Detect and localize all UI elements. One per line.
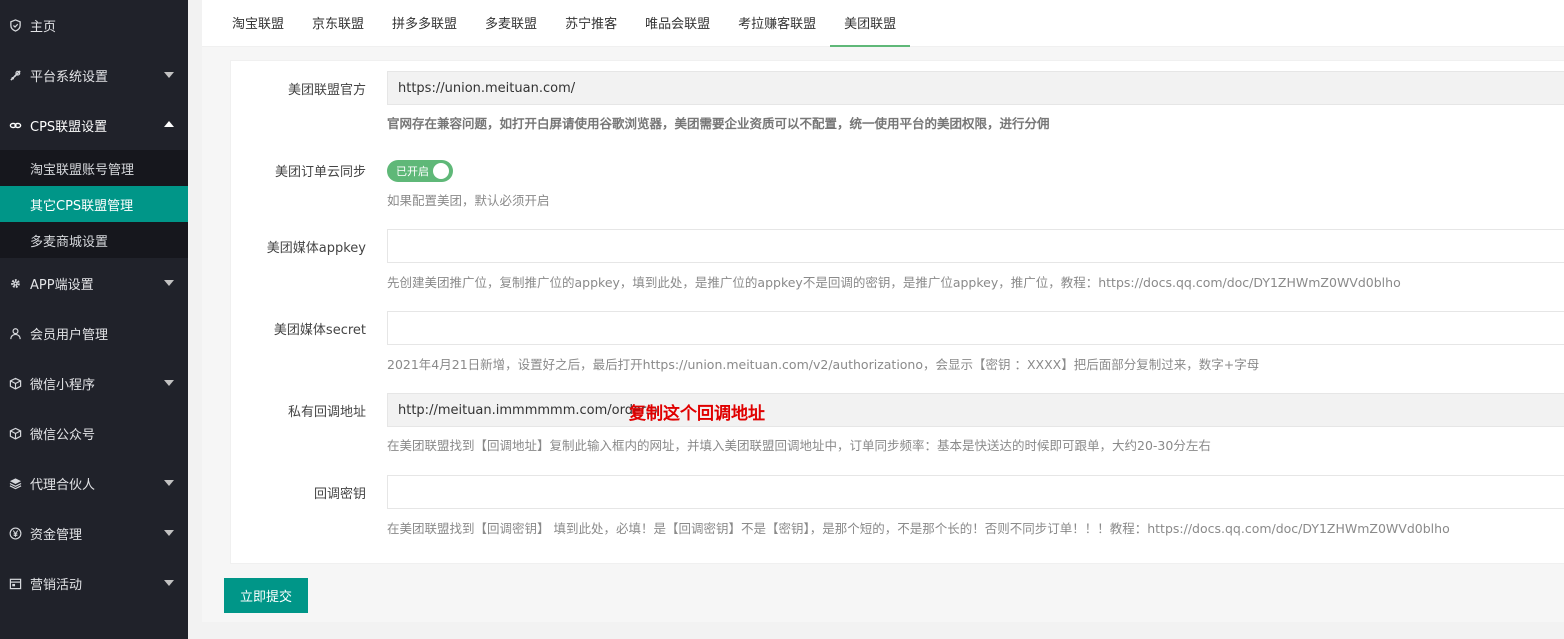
label-official: 美团联盟官方 (287, 83, 366, 98)
secret-field[interactable] (387, 311, 1564, 345)
hint-secret: 2021年4月21日新增，设置好之后，最后打开https://union.mei… (387, 357, 1260, 372)
calendar-icon (8, 576, 22, 590)
chevron-down-icon (164, 380, 174, 386)
nav-item-agent-partner[interactable]: 代理合伙人 (0, 458, 188, 508)
nav-item-marketing[interactable]: 营销活动 (0, 558, 188, 608)
label-appkey: 美团媒体appkey (266, 241, 366, 256)
nav-label: 微信小程序 (30, 377, 96, 393)
chevron-down-icon (164, 580, 174, 586)
hint-sync: 如果配置美团，默认必须开启 (387, 193, 550, 208)
cube-icon (8, 376, 22, 390)
layers-icon (8, 476, 22, 490)
nav-item-funds[interactable]: 资金管理 (0, 508, 188, 558)
tools-icon (8, 68, 22, 82)
tab-suning[interactable]: 苏宁推客 (551, 0, 631, 46)
union-tabs: 淘宝联盟 京东联盟 拼多多联盟 多麦联盟 苏宁推客 唯品会联盟 考拉赚客联盟 美… (202, 0, 1564, 47)
chevron-down-icon (164, 72, 174, 78)
hint-callback-key: 在美团联盟找到【回调密钥】 填到此处，必填！是【回调密钥】不是【密钥】，是那个短… (387, 521, 1450, 536)
appkey-field[interactable] (387, 229, 1564, 263)
tab-duomai[interactable]: 多麦联盟 (471, 0, 551, 46)
nav-label: APP端设置 (30, 277, 94, 293)
hint-callback: 在美团联盟找到【回调地址】复制此输入框内的网址，并填入美团联盟回调地址中，订单同… (387, 438, 1211, 453)
gear-icon (8, 276, 22, 290)
nav-item-app-settings[interactable]: APP端设置 (0, 258, 188, 308)
callback-key-field[interactable] (387, 475, 1564, 509)
tab-jd[interactable]: 京东联盟 (298, 0, 378, 46)
nav-item-members[interactable]: 会员用户管理 (0, 308, 188, 358)
toggle-text: 已开启 (396, 165, 429, 178)
tab-kaola[interactable]: 考拉赚客联盟 (724, 0, 830, 46)
tab-pinduoduo[interactable]: 拼多多联盟 (378, 0, 471, 46)
tab-vip[interactable]: 唯品会联盟 (631, 0, 724, 46)
cube-icon (8, 426, 22, 440)
chevron-down-icon (164, 280, 174, 286)
submit-button[interactable]: 立即提交 (224, 578, 308, 613)
nav-item-wechat-miniprogram[interactable]: 微信小程序 (0, 358, 188, 408)
callback-url-field[interactable] (387, 393, 1564, 427)
sidebar: 主页 平台系统设置 CPS联盟设置 淘宝联盟账号管理 其它CPS联盟管理 多麦商… (0, 0, 188, 639)
link-icon (8, 118, 22, 132)
label-callback: 私有回调地址 (287, 405, 366, 420)
nav-label: 微信公众号 (30, 427, 96, 443)
nav-label: 主页 (30, 19, 57, 35)
official-url-field[interactable] (387, 71, 1564, 105)
chevron-down-icon (164, 530, 174, 536)
chevron-down-icon (164, 480, 174, 486)
yen-icon (8, 526, 22, 540)
nav-label: 代理合伙人 (30, 477, 96, 493)
order-sync-toggle[interactable]: 已开启 (387, 160, 453, 182)
cps-submenu: 淘宝联盟账号管理 其它CPS联盟管理 多麦商城设置 (0, 150, 188, 258)
chevron-up-icon (164, 121, 174, 127)
callback-annotation: 复制这个回调地址 (629, 404, 765, 424)
tab-taobao[interactable]: 淘宝联盟 (218, 0, 298, 46)
nav-label: 营销活动 (30, 577, 83, 593)
hint-official: 官网存在兼容问题，如打开白屏请使用谷歌浏览器，美团需要企业资质可以不配置，统一使… (387, 116, 1050, 131)
nav-label: CPS联盟设置 (30, 119, 108, 135)
toggle-knob (433, 163, 449, 179)
label-sync: 美团订单云同步 (274, 165, 366, 180)
nav-item-wechat-official[interactable]: 微信公众号 (0, 408, 188, 458)
tab-meituan[interactable]: 美团联盟 (830, 0, 911, 47)
label-secret: 美团媒体secret (273, 323, 366, 338)
sub-item-duomai-mall[interactable]: 多麦商城设置 (0, 222, 188, 258)
user-icon (8, 326, 22, 340)
sub-item-taobao-accounts[interactable]: 淘宝联盟账号管理 (0, 150, 188, 186)
shield-icon (8, 18, 22, 32)
nav-label: 平台系统设置 (30, 69, 109, 85)
hint-appkey: 先创建美团推广位，复制推广位的appkey，填到此处，是推广位的appkey不是… (387, 275, 1401, 290)
main-content: 淘宝联盟 京东联盟 拼多多联盟 多麦联盟 苏宁推客 唯品会联盟 考拉赚客联盟 美… (202, 0, 1564, 622)
meituan-form-panel: 美团联盟官方 官网存在兼容问题，如打开白屏请使用谷歌浏览器，美团需要企业资质可以… (230, 60, 1564, 564)
nav-item-home[interactable]: 主页 (0, 0, 188, 50)
sub-item-other-cps[interactable]: 其它CPS联盟管理 (0, 186, 188, 222)
nav-label: 资金管理 (30, 527, 83, 543)
nav-label: 会员用户管理 (30, 327, 109, 343)
label-callback-key: 回调密钥 (313, 487, 366, 502)
nav-item-cps-settings[interactable]: CPS联盟设置 (0, 100, 188, 150)
nav-item-platform-settings[interactable]: 平台系统设置 (0, 50, 188, 100)
